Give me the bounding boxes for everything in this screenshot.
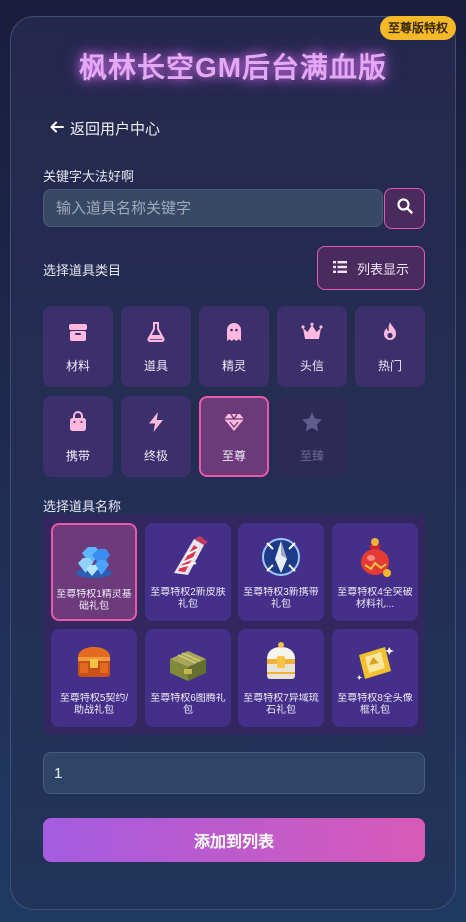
search-button[interactable]	[384, 188, 425, 229]
item-name: 至尊特权8全头像框礼包	[337, 693, 413, 716]
back-to-user-center-link[interactable]: 返回用户中心	[50, 118, 160, 139]
item-name: 至尊特权1精灵基础礼包	[56, 589, 132, 612]
category-label-text: 携带	[65, 448, 90, 463]
ghost-icon	[222, 320, 246, 347]
keyword-label: 关键字大法好啊	[43, 169, 135, 184]
category-hot[interactable]: 热门	[355, 306, 425, 387]
stone-chest-icon	[257, 639, 305, 687]
category-label: 选择道具类目	[43, 263, 122, 278]
frame-icon	[351, 639, 399, 687]
quantity-input[interactable]	[43, 752, 425, 794]
category-label-text: 热门	[377, 358, 402, 373]
search-input[interactable]	[43, 189, 383, 227]
crown-icon	[300, 320, 324, 347]
item-name: 至尊特权2新皮肤礼包	[150, 587, 226, 610]
item-name: 至尊特权5契约/助战礼包	[59, 693, 129, 716]
arrow-left-icon	[50, 120, 64, 138]
item-card[interactable]: 至尊特权5契约/助战礼包	[51, 629, 137, 727]
item-name: 至尊特权7异域琉石礼包	[243, 693, 319, 716]
fire-icon	[378, 320, 402, 347]
category-ultra[interactable]: 至臻	[277, 396, 347, 477]
item-name: 至尊特权4全突破材料礼...	[337, 587, 413, 610]
gems-icon	[70, 535, 118, 583]
list-icon	[332, 260, 347, 276]
item-card[interactable]: 至尊特权1精灵基础礼包	[51, 523, 137, 621]
item-card[interactable]: 至尊特权2新皮肤礼包	[145, 523, 231, 621]
category-spirits[interactable]: 精灵	[199, 306, 269, 387]
category-label-text: 至尊	[221, 448, 246, 463]
item-card[interactable]: 至尊特权3新携带礼包	[238, 523, 324, 621]
box-icon	[66, 320, 90, 347]
category-avatar[interactable]: 头信	[277, 306, 347, 387]
list-view-label: 列表显示	[356, 261, 409, 277]
carry-icon	[257, 533, 305, 581]
category-supreme[interactable]: 至尊	[199, 396, 269, 477]
premium-badge: 至尊版特权	[379, 16, 456, 40]
item-card[interactable]: 至尊特权4全突破材料礼...	[332, 523, 418, 621]
category-label-text: 至臻	[299, 448, 324, 463]
skin-icon	[164, 533, 212, 581]
category-label-text: 道具	[143, 358, 168, 373]
potion-bag-icon	[351, 533, 399, 581]
bag-icon	[66, 410, 90, 437]
diamond-icon	[222, 410, 246, 437]
item-name-label: 选择道具名称	[43, 499, 122, 514]
item-card[interactable]: 至尊特权7异域琉石礼包	[238, 629, 324, 727]
search-icon	[396, 198, 413, 219]
back-label: 返回用户中心	[70, 121, 161, 138]
item-name: 至尊特权3新携带礼包	[243, 587, 319, 610]
chest-icon	[70, 639, 118, 687]
item-card[interactable]: 至尊特权8全头像框礼包	[332, 629, 418, 727]
flask-icon	[144, 320, 168, 347]
crate-icon	[164, 639, 212, 687]
item-card[interactable]: 至尊特权6图腾礼包	[145, 629, 231, 727]
list-view-button[interactable]: 列表显示	[317, 246, 425, 290]
category-materials[interactable]: 材料	[43, 306, 113, 387]
category-carry[interactable]: 携带	[43, 396, 113, 477]
page-title: 枫林长空GM后台满血版	[78, 52, 388, 83]
category-ultimate[interactable]: 终极	[121, 396, 191, 477]
category-label-text: 终极	[143, 448, 168, 463]
item-name: 至尊特权6图腾礼包	[150, 693, 226, 716]
category-items[interactable]: 道具	[121, 306, 191, 387]
bolt-icon	[144, 410, 168, 437]
category-label-text: 材料	[65, 358, 90, 373]
category-label-text: 精灵	[221, 358, 246, 373]
star-icon	[300, 410, 324, 437]
category-label-text: 头信	[299, 358, 324, 373]
add-to-list-button[interactable]: 添加到列表	[43, 818, 425, 862]
